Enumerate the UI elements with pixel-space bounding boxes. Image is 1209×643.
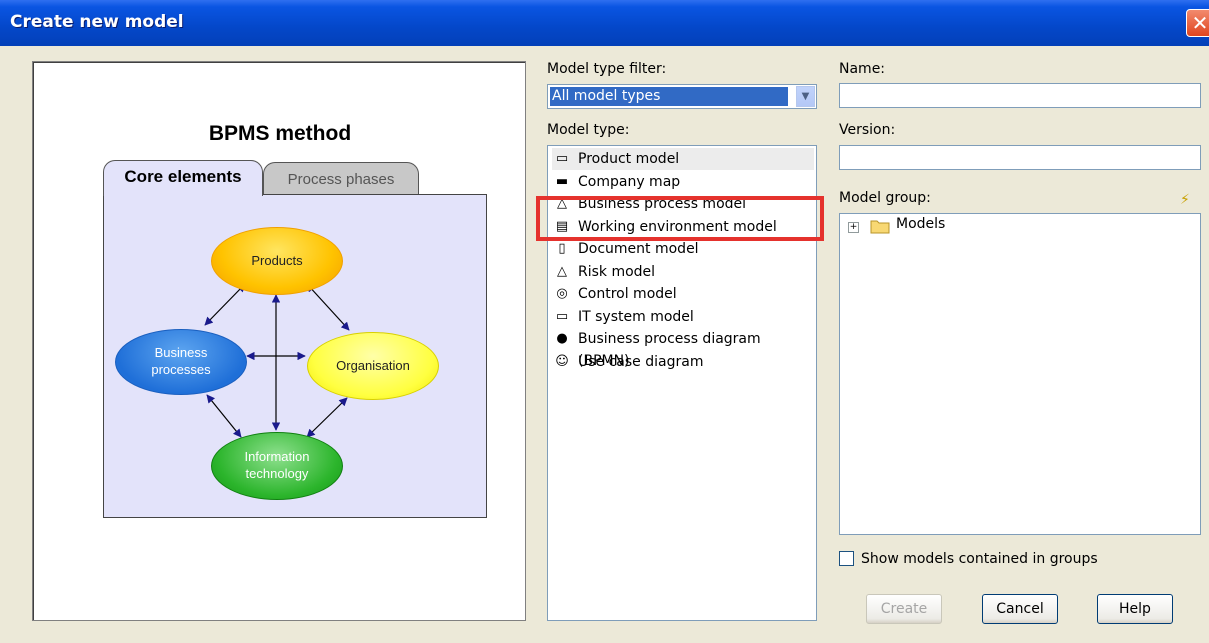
document-model-icon: ▯ [558, 241, 566, 256]
title-bar: Create new model ✕ [0, 0, 1209, 46]
it-system-icon: ▭ [555, 308, 569, 324]
list-item[interactable]: ◎ Control model [552, 283, 814, 305]
help-button[interactable]: Help [1097, 594, 1173, 624]
model-type-label: Model type: [547, 122, 630, 138]
list-item[interactable]: ▬ Company map [552, 171, 814, 193]
filter-selected-value: All model types [549, 86, 789, 107]
version-label: Version: [839, 122, 896, 138]
use-case-icon: ☺ [555, 353, 569, 369]
list-item[interactable]: ▭ Product model [552, 148, 814, 170]
list-item[interactable]: ● Business process diagram (BPMN) [552, 328, 814, 369]
close-button[interactable]: ✕ [1186, 9, 1209, 37]
model-group-label: Model group: [839, 190, 931, 206]
folder-icon [870, 220, 890, 234]
list-item-label: Product model [578, 151, 680, 167]
tab-core-elements: Core elements [103, 160, 263, 196]
name-field[interactable] [839, 83, 1201, 108]
node-business-processes: Business processes [115, 329, 247, 395]
highlight-box [536, 196, 824, 241]
list-item[interactable]: ▭ IT system model [552, 306, 814, 328]
node-information-technology: Information technology [211, 432, 343, 500]
list-item[interactable]: ☺ Use case diagram [552, 351, 814, 373]
show-models-label[interactable]: Show models contained in groups [861, 551, 1098, 567]
tree-item-models[interactable]: Models [896, 216, 945, 232]
name-label: Name: [839, 61, 886, 77]
chevron-down-icon[interactable]: ▼ [796, 86, 815, 107]
control-model-icon: ◎ [556, 286, 568, 301]
show-models-checkbox[interactable] [839, 551, 854, 566]
model-group-tree[interactable]: + Models [839, 213, 1201, 535]
close-icon: ✕ [1191, 11, 1209, 35]
risk-model-icon: △ [557, 263, 567, 279]
expand-icon[interactable]: + [848, 222, 859, 233]
list-item-label: Control model [578, 286, 677, 302]
company-map-icon: ▬ [555, 173, 569, 189]
list-item[interactable]: △ Risk model [552, 261, 814, 283]
list-item-label: Company map [578, 173, 681, 190]
dialog-body: BPMS method Process phases Core elements… [0, 46, 1209, 643]
window-title: Create new model [10, 12, 184, 32]
model-type-filter-label: Model type filter: [547, 61, 667, 77]
model-type-filter-select[interactable]: All model types ▼ [547, 84, 817, 109]
bpmn-icon: ● [556, 331, 568, 346]
list-item-label: Risk model [578, 263, 656, 280]
list-item-label: Document model [578, 241, 699, 257]
method-preview: BPMS method Process phases Core elements… [32, 61, 526, 621]
create-button[interactable]: Create [866, 594, 942, 624]
node-organisation: Organisation [307, 332, 439, 400]
version-field[interactable] [839, 145, 1201, 170]
cancel-button[interactable]: Cancel [982, 594, 1058, 624]
link-icon[interactable]: ⚡ [1180, 192, 1190, 208]
relationship-arrows [204, 283, 350, 438]
list-item-label: Use case diagram [578, 353, 704, 370]
product-model-icon: ▭ [555, 151, 569, 166]
node-products: Products [211, 227, 343, 295]
list-item-label: IT system model [578, 308, 694, 325]
list-item[interactable]: ▯ Document model [552, 238, 814, 260]
